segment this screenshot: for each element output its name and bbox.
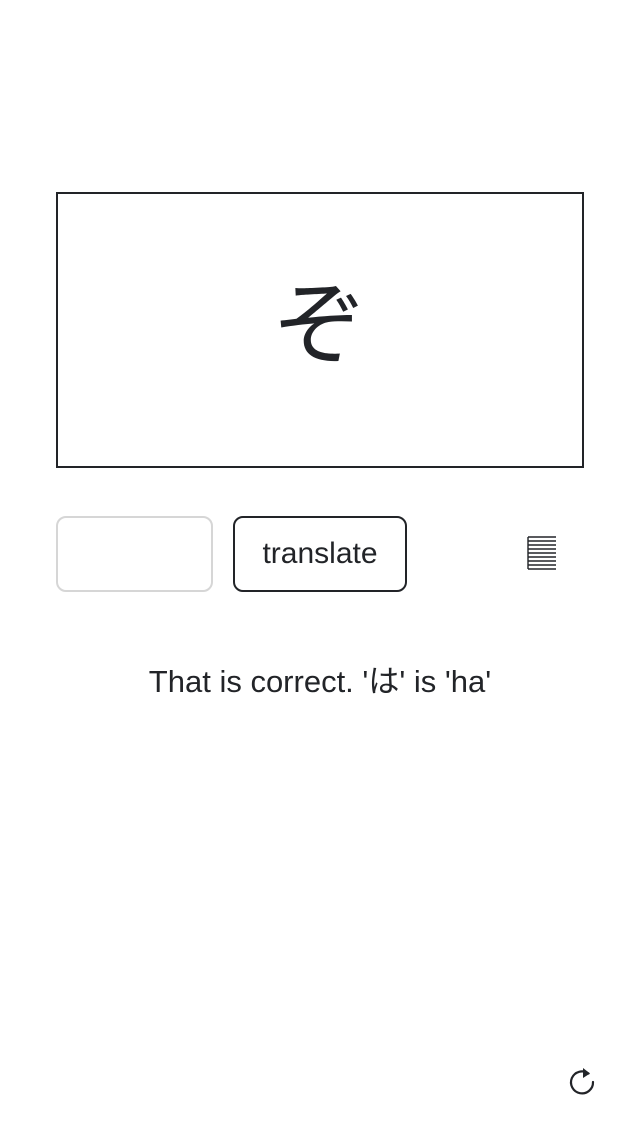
feedback-message: That is correct. 'は' is 'ha' — [148, 664, 492, 699]
answer-input[interactable] — [56, 516, 213, 592]
list-justify-icon[interactable] — [524, 534, 560, 570]
translate-button[interactable]: translate — [233, 516, 407, 592]
refresh-icon[interactable] — [566, 1066, 598, 1098]
flashcard-character: ぞ — [273, 272, 366, 379]
flashcard: ぞ — [56, 192, 584, 468]
